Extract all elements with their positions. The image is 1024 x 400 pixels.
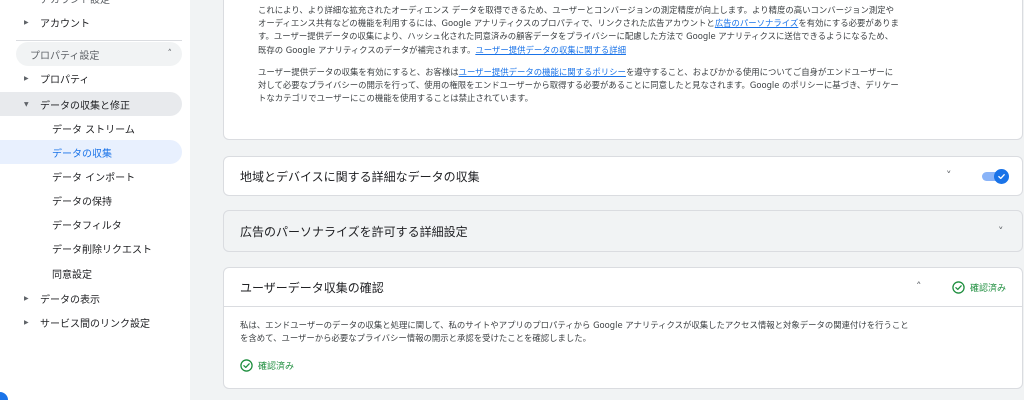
- caret-right-icon: ▶: [24, 318, 29, 326]
- sidebar-item-label: データ ストリーム: [52, 124, 135, 136]
- sidebar-item-label: 同意設定: [52, 269, 92, 281]
- caret-right-icon: ▶: [24, 18, 29, 26]
- check-icon: [994, 169, 1009, 184]
- sidebar-item-consent-settings[interactable]: 同意設定: [0, 261, 182, 285]
- card-divider: [224, 306, 1022, 307]
- sidebar-item-label: サービス間のリンク設定: [40, 318, 150, 330]
- sidebar-item-data-streams[interactable]: データ ストリーム: [0, 116, 182, 140]
- sidebar-item-label: データ削除リクエスト: [52, 244, 152, 256]
- sidebar: アカウント設定 ˄ ▶ アカウント プロパティ設定 ˄ ▶ プロパティ ▼ デー…: [0, 0, 190, 400]
- sidebar-item-label: データの表示: [40, 294, 100, 306]
- status-text: 確認済み: [258, 361, 295, 372]
- sidebar-item-account-settings[interactable]: アカウント設定 ˄: [0, 0, 182, 10]
- policy-link[interactable]: ユーザー提供データの機能に関するポリシー: [459, 67, 626, 77]
- ads-personalization-link[interactable]: 広告のパーソナライズ: [715, 18, 799, 28]
- sidebar-item-data-filters[interactable]: データフィルタ: [0, 212, 182, 236]
- caret-right-icon: ▶: [24, 74, 29, 82]
- sidebar-item-data-import[interactable]: データ インポート: [0, 164, 182, 188]
- sidebar-section-property-settings[interactable]: プロパティ設定 ˄: [16, 42, 182, 66]
- sidebar-item-data-collection[interactable]: データの収集: [0, 140, 182, 164]
- text-line: 既存の Google アナリティクスのデータが補完されます。ユーザー提供データの…: [258, 44, 1016, 57]
- acknowledged-status: 確認済み: [952, 278, 1006, 296]
- chevron-up-icon: ˄: [162, 0, 167, 1]
- card-title: 広告のパーソナライズを許可する詳細設定: [240, 224, 468, 239]
- text-line: 対して必要なプライバシーの開示を行って、使用の権限をエンドユーザーから取得する必…: [258, 80, 899, 91]
- acknowledgement-text: 私は、エンドユーザーのデータの収集と処理に関して、私のサイトやアプリのプロパティ…: [240, 319, 1020, 345]
- sidebar-item-data-deletion-requests[interactable]: データ削除リクエスト: [0, 236, 182, 260]
- granular-data-toggle[interactable]: [982, 169, 1009, 184]
- granular-location-device-card[interactable]: 地域とデバイスに関する詳細なデータの収集 ˅: [223, 156, 1023, 196]
- chevron-up-icon: ˄: [167, 49, 173, 59]
- sidebar-item-data-display[interactable]: ▶ データの表示: [0, 286, 182, 310]
- text-span: 既存の Google アナリティクスのデータが補完されます。: [258, 44, 476, 55]
- advanced-ads-personalization-card[interactable]: 広告のパーソナライズを許可する詳細設定 ˅: [223, 210, 1023, 252]
- check-circle-icon: [952, 280, 965, 294]
- card-title: ユーザーデータ収集の確認: [240, 280, 384, 295]
- text-line: オーディエンス共有などの機能を利用するには、Google アナリティクスのプロパ…: [258, 17, 1016, 30]
- description-paragraph: これにより、より詳細な拡充されたオーディエンス データを取得できるため、ユーザー…: [258, 4, 1016, 57]
- status-text: 確認済み: [970, 283, 1007, 294]
- sidebar-divider: [16, 40, 182, 41]
- policy-paragraph: ユーザー提供データの収集を有効にすると、お客様はユーザー提供データの機能に関する…: [258, 66, 1016, 106]
- text-line: す。ユーザー提供データの収集により、ハッシュ化された同意済みの顧客データをプライ…: [258, 31, 894, 42]
- caret-down-icon: ▼: [24, 100, 29, 108]
- sidebar-item-label: アカウント設定: [40, 0, 110, 6]
- text-span: ユーザー提供データの収集を有効にすると、お客様は: [258, 67, 459, 77]
- sidebar-item-label: プロパティ: [40, 74, 90, 86]
- text-line: を含めて、ユーザーから必要なプライバシー情報の開示と承認を受けたことを確認しまし…: [240, 333, 591, 344]
- text-line: これにより、より詳細な拡充されたオーディエンス データを取得できるため、ユーザー…: [258, 5, 895, 15]
- sidebar-item-label: データ インポート: [52, 172, 136, 184]
- text-line: トなカテゴリでユーザーにこの機能を使用することは禁止されています。: [258, 93, 533, 104]
- sidebar-item-label: データの収集と修正: [40, 100, 130, 112]
- sidebar-item-label: データフィルタ: [52, 220, 122, 232]
- sidebar-item-label: アカウント: [40, 18, 90, 30]
- text-span: オーディエンス共有などの機能を利用するには、Google アナリティクスのプロパ…: [258, 18, 715, 29]
- user-provided-data-card: これにより、より詳細な拡充されたオーディエンス データを取得できるため、ユーザー…: [223, 0, 1023, 140]
- acknowledged-footer-status: 確認済み: [240, 356, 294, 374]
- sidebar-item-account[interactable]: ▶ アカウント: [0, 10, 182, 34]
- sidebar-item-product-links[interactable]: ▶ サービス間のリンク設定: [0, 310, 182, 334]
- check-circle-icon: [240, 358, 253, 372]
- sidebar-item-property[interactable]: ▶ プロパティ: [0, 66, 182, 90]
- text-line: 私は、エンドユーザーのデータの収集と処理に関して、私のサイトやアプリのプロパティ…: [240, 320, 909, 330]
- section-label: プロパティ設定: [30, 50, 100, 62]
- sidebar-item-data-collection-modification[interactable]: ▼ データの収集と修正: [0, 92, 182, 116]
- sidebar-item-label: データの保持: [52, 196, 112, 208]
- chevron-down-icon[interactable]: ˅: [946, 169, 952, 182]
- user-data-acknowledgement-card: ユーザーデータ収集の確認 ˄ 確認済み 私は、エンドユーザーのデータの収集と処理…: [223, 267, 1023, 389]
- sidebar-item-data-retention[interactable]: データの保持: [0, 188, 182, 212]
- text-span: を遵守すること、およびかかる使用についてご自身がエンドユーザーに: [625, 67, 894, 77]
- chevron-down-icon[interactable]: ˅: [998, 225, 1004, 238]
- text-span: を有効にする必要がありま: [798, 18, 899, 29]
- main-content: これにより、より詳細な拡充されたオーディエンス データを取得できるため、ユーザー…: [190, 0, 1024, 400]
- text-line: ユーザー提供データの収集を有効にすると、お客様はユーザー提供データの機能に関する…: [258, 66, 1016, 79]
- caret-right-icon: ▶: [24, 294, 29, 302]
- card-title: 地域とデバイスに関する詳細なデータの収集: [240, 169, 480, 184]
- learn-more-link[interactable]: ユーザー提供データの収集に関する詳細: [475, 45, 626, 55]
- sidebar-item-label: データの収集: [52, 148, 112, 160]
- chevron-up-icon[interactable]: ˄: [916, 280, 922, 293]
